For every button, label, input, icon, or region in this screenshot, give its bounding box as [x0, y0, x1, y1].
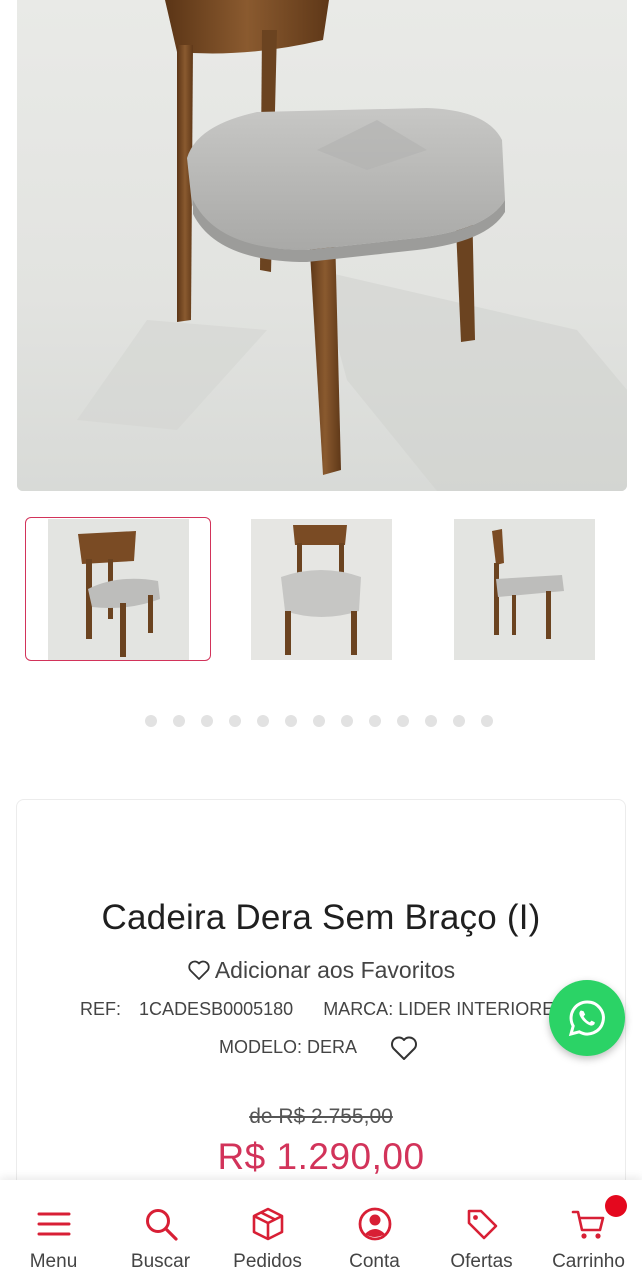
- nav-cart-label: Carrinho: [552, 1251, 625, 1272]
- whatsapp-button[interactable]: [549, 980, 625, 1056]
- nav-menu[interactable]: Menu: [0, 1180, 107, 1280]
- thumbnail-1[interactable]: [25, 517, 211, 661]
- model-value: DERA: [307, 1037, 358, 1057]
- old-price: de R$ 2.755,00: [249, 1105, 393, 1128]
- chair-photo: [17, 0, 627, 491]
- current-price: R$ 1.290,00: [217, 1136, 425, 1177]
- gallery-dot[interactable]: [425, 715, 437, 727]
- product-page: Cadeira Dera Sem Braço (I) Adicionar aos…: [0, 0, 642, 1280]
- cart-icon: [571, 1206, 607, 1242]
- gallery-dot[interactable]: [257, 715, 269, 727]
- gallery-dot[interactable]: [313, 715, 325, 727]
- ref-value: 1CADESB0005180: [139, 999, 294, 1019]
- thumbnail-3[interactable]: [431, 517, 617, 661]
- gallery-dot[interactable]: [285, 715, 297, 727]
- nav-search-label: Buscar: [130, 1251, 191, 1272]
- gallery-dot[interactable]: [453, 715, 465, 727]
- gallery-dot[interactable]: [201, 715, 213, 727]
- gallery-dot[interactable]: [369, 715, 381, 727]
- main-product-image[interactable]: [17, 0, 627, 491]
- nav-orders-label: Pedidos: [233, 1251, 302, 1272]
- user-icon: [357, 1206, 393, 1242]
- gallery-dot[interactable]: [173, 715, 185, 727]
- nav-menu-label: Menu: [29, 1251, 78, 1272]
- thumbnail-chair-side: [453, 518, 595, 660]
- nav-orders[interactable]: Pedidos: [214, 1180, 321, 1280]
- gallery-dot[interactable]: [397, 715, 409, 727]
- nav-account[interactable]: Conta: [321, 1180, 428, 1280]
- whatsapp-icon: [568, 1000, 605, 1037]
- model-line: MODELO: DERA: [219, 1037, 357, 1058]
- cart-badge: [605, 1195, 627, 1217]
- favorites-label: Adicionar aos Favoritos: [214, 957, 456, 983]
- nav-cart[interactable]: Carrinho: [535, 1180, 642, 1280]
- product-title: Cadeira Dera Sem Braço (I): [101, 898, 541, 937]
- bottom-navigation: Menu Buscar Pedidos Conta Ofertas Carrin…: [0, 1180, 642, 1280]
- heart-icon: [188, 960, 210, 980]
- tag-icon: [464, 1206, 500, 1242]
- add-to-favorites-link[interactable]: Adicionar aos Favoritos: [0, 957, 642, 984]
- brand-label: MARCA:: [323, 999, 394, 1019]
- gallery-dot[interactable]: [229, 715, 241, 727]
- wishlist-heart-icon[interactable]: [389, 1034, 419, 1062]
- nav-offers[interactable]: Ofertas: [428, 1180, 535, 1280]
- ref-brand-line: REF: 1CADESB0005180 MARCA: LIDER INTERIO…: [80, 999, 566, 1020]
- thumbnail-strip: [0, 517, 642, 663]
- thumbnail-2[interactable]: [228, 517, 414, 661]
- nav-search[interactable]: Buscar: [107, 1180, 214, 1280]
- brand-value: LIDER INTERIORES: [398, 999, 567, 1019]
- nav-account-label: Conta: [349, 1251, 400, 1272]
- gallery-dot[interactable]: [481, 715, 493, 727]
- menu-icon: [36, 1206, 72, 1242]
- thumbnail-chair-front: [250, 518, 392, 660]
- gallery-dot[interactable]: [341, 715, 353, 727]
- model-label: MODELO:: [219, 1037, 303, 1057]
- gallery-pagination-dots: [145, 715, 493, 727]
- thumbnail-chair-angle: [47, 518, 189, 660]
- nav-offers-label: Ofertas: [450, 1251, 513, 1272]
- gallery-dot[interactable]: [145, 715, 157, 727]
- ref-label: REF:: [80, 999, 122, 1019]
- box-icon: [250, 1206, 286, 1242]
- search-icon: [143, 1206, 179, 1242]
